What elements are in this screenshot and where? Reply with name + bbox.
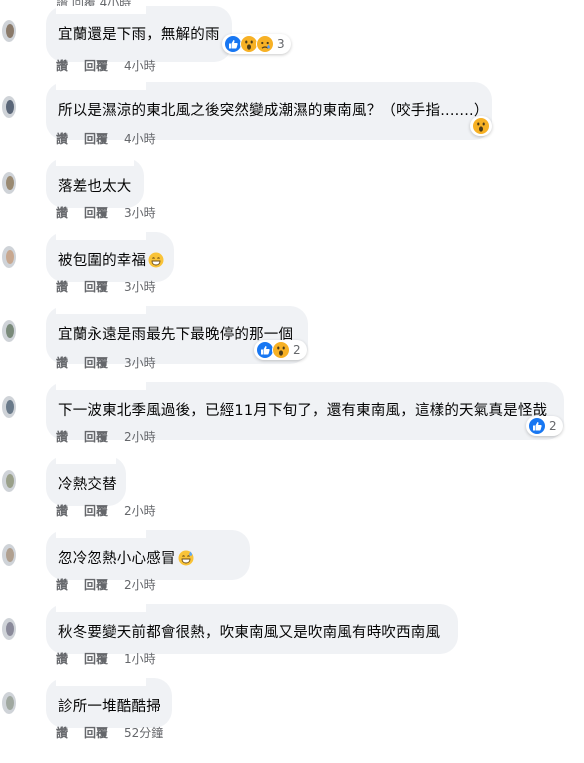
like-button[interactable]: 讚	[56, 131, 84, 147]
wow-icon	[472, 117, 490, 135]
comment-timestamp[interactable]: 2小時	[124, 429, 156, 445]
comment-text-content: 忽冷忽熱小心感冒	[58, 551, 176, 567]
comment-timestamp[interactable]: 4小時	[124, 58, 156, 74]
reaction-summary[interactable]	[470, 116, 492, 136]
avatar[interactable]	[2, 246, 16, 268]
author-name-redacted	[56, 456, 116, 464]
author-name-redacted	[56, 678, 146, 686]
comment-bubble: 秋冬要變天前都會很熱，吹東南風又是吹南風有時吹西南風	[46, 604, 458, 654]
like-button[interactable]: 讚	[56, 429, 84, 445]
reaction-summary[interactable]: 2	[526, 416, 563, 436]
comment-timestamp[interactable]: 2小時	[124, 577, 156, 593]
sweat-smile-emoji	[178, 550, 194, 566]
reply-button[interactable]: 回覆	[84, 279, 124, 295]
like-button[interactable]: 讚	[56, 725, 84, 741]
reply-button[interactable]: 回覆	[84, 131, 124, 147]
like-button[interactable]: 讚	[56, 577, 84, 593]
comment-bubble: 冷熱交替	[46, 456, 126, 506]
reaction-summary[interactable]: 3	[222, 34, 291, 54]
comment-actions: 讚回覆 3小時	[56, 355, 156, 371]
comment-actions: 讚回覆 2小時	[56, 429, 156, 445]
reply-button[interactable]: 回覆	[84, 503, 124, 519]
author-name-redacted	[56, 530, 146, 538]
avatar[interactable]	[2, 618, 16, 640]
comment-text: 所以是濕涼的東北風之後突然變成潮濕的東南風？（咬手指.......）	[58, 102, 489, 120]
comment-text: 被包圍的幸福	[58, 252, 164, 270]
reaction-count: 3	[277, 37, 285, 51]
like-button[interactable]: 讚	[56, 355, 84, 371]
comment-timestamp[interactable]: 3小時	[124, 279, 156, 295]
comment-timestamp[interactable]: 1小時	[124, 651, 156, 667]
comment-text: 診所一堆酷酷掃	[58, 698, 161, 716]
comment-actions: 讚回覆 52分鐘	[56, 725, 163, 741]
comment-text: 冷熱交替	[58, 476, 117, 494]
reaction-count: 2	[293, 343, 301, 357]
avatar[interactable]	[2, 396, 16, 418]
avatar[interactable]	[2, 544, 16, 566]
avatar[interactable]	[2, 320, 16, 342]
reply-button[interactable]: 回覆	[84, 429, 124, 445]
comment-text-content: 冷熱交替	[58, 477, 117, 493]
author-name-redacted	[56, 382, 146, 390]
comment-actions: 讚回覆 2小時	[56, 577, 156, 593]
comment-timestamp[interactable]: 3小時	[124, 355, 156, 371]
avatar[interactable]	[2, 470, 16, 492]
comment-text-content: 診所一堆酷酷掃	[58, 699, 161, 715]
reply-button[interactable]: 回覆	[84, 577, 124, 593]
avatar[interactable]	[2, 172, 16, 194]
avatar[interactable]	[2, 96, 16, 118]
comment-actions: 讚回覆 3小時	[56, 205, 156, 221]
avatar[interactable]	[2, 692, 16, 714]
comment-text: 下一波東北季風過後，已經11月下旬了，還有東南風，這樣的天氣真是怪哉	[58, 402, 547, 420]
like-button[interactable]: 讚	[56, 279, 84, 295]
reply-button[interactable]: 回覆	[84, 205, 124, 221]
comment-text: 宜蘭還是下雨，無解的雨	[58, 26, 220, 44]
comment-bubble: 落差也太大	[46, 158, 144, 208]
reaction-count: 2	[549, 419, 557, 433]
comment-timestamp[interactable]: 3小時	[124, 205, 156, 221]
author-name-redacted	[56, 6, 146, 14]
comment-timestamp[interactable]: 52分鐘	[124, 725, 163, 741]
comment-text-content: 被包圍的幸福	[58, 253, 147, 269]
reaction-summary[interactable]: 2	[254, 340, 307, 360]
comment-text-content: 秋冬要變天前都會很熱，吹東南風又是吹南風有時吹西南風	[58, 625, 441, 641]
comment-text-content: 宜蘭還是下雨，無解的雨	[58, 27, 220, 43]
comment-text: 秋冬要變天前都會很熱，吹東南風又是吹南風有時吹西南風	[58, 624, 440, 642]
comment-timestamp[interactable]: 4小時	[124, 131, 156, 147]
comment-bubble: 忽冷忽熱小心感冒	[46, 530, 250, 580]
wow-icon	[272, 341, 290, 359]
author-name-redacted	[56, 82, 146, 90]
author-name-redacted	[56, 232, 146, 240]
comment-text: 忽冷忽熱小心感冒	[58, 550, 194, 568]
comment-actions: 讚回覆 1小時	[56, 651, 156, 667]
like-button[interactable]: 讚	[56, 503, 84, 519]
comment-text: 落差也太大	[58, 178, 132, 196]
comment-actions: 讚回覆 4小時	[56, 131, 156, 147]
grin-emoji	[148, 252, 164, 268]
sad-icon	[256, 35, 274, 53]
like-button[interactable]: 讚	[56, 58, 84, 74]
comment-actions: 讚回覆 4小時	[56, 58, 156, 74]
reply-button[interactable]: 回覆	[84, 58, 124, 74]
avatar[interactable]	[2, 20, 16, 42]
author-name-redacted	[56, 158, 134, 166]
comment-bubble: 宜蘭還是下雨，無解的雨	[46, 6, 232, 62]
comment-text-content: 落差也太大	[58, 179, 132, 195]
comment-bubble: 被包圍的幸福	[46, 232, 174, 282]
comment-thread: 讚 回覆 4小時 宜蘭還是下雨，無解的雨 3 讚回覆 4小時 所以是濕涼的東北風之後突然…	[0, 0, 584, 763]
like-button[interactable]: 讚	[56, 651, 84, 667]
like-button[interactable]: 讚	[56, 205, 84, 221]
comment-actions: 讚回覆 3小時	[56, 279, 156, 295]
author-name-redacted	[56, 306, 146, 314]
comment-bubble: 診所一堆酷酷掃	[46, 678, 172, 728]
reply-button[interactable]: 回覆	[84, 355, 124, 371]
comment-timestamp[interactable]: 2小時	[124, 503, 156, 519]
comment-actions: 讚回覆 2小時	[56, 503, 156, 519]
author-name-redacted	[56, 604, 146, 612]
comment-text-content: 下一波東北季風過後，已經11月下旬了，還有東南風，這樣的天氣真是怪哉	[58, 403, 548, 419]
comment-text-content: 所以是濕涼的東北風之後突然變成潮濕的東南風？（咬手指.......）	[58, 103, 489, 119]
like-icon	[528, 417, 546, 435]
reply-button[interactable]: 回覆	[84, 725, 124, 741]
reply-button[interactable]: 回覆	[84, 651, 124, 667]
